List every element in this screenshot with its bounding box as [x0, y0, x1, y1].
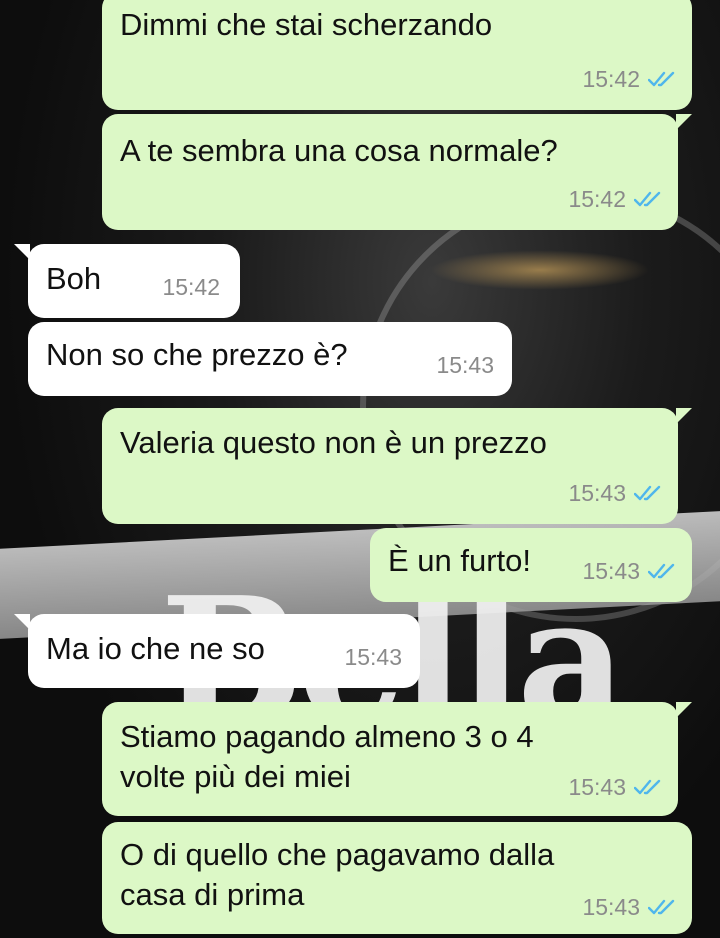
read-double-check-icon	[634, 191, 661, 207]
message-text-line-1: Stiamo pagando almeno 3 o 4	[120, 719, 534, 754]
message-meta: 15:43	[344, 638, 402, 676]
message-text: Dimmi che stai scherzando	[120, 7, 493, 42]
message-bubble-incoming[interactable]: Ma io che ne so 15:43	[14, 614, 420, 688]
read-double-check-icon	[634, 779, 661, 795]
read-double-check-icon	[634, 485, 661, 501]
message-text: Valeria questo non è un prezzo	[120, 425, 547, 460]
message-time: 15:43	[582, 894, 640, 920]
message-time: 15:43	[344, 644, 402, 670]
message-meta: 15:42	[582, 60, 678, 98]
message-meta: 15:42	[162, 268, 220, 306]
message-time: 15:43	[568, 774, 626, 800]
message-bubble-incoming[interactable]: Boh 15:42	[14, 244, 240, 318]
read-double-check-icon	[648, 899, 675, 915]
message-bubble-outgoing[interactable]: Stiamo pagando almeno 3 o 4 volte più de…	[102, 702, 692, 816]
message-time: 15:43	[568, 480, 626, 506]
message-bubble-outgoing[interactable]: È un furto! 15:43	[370, 528, 692, 602]
message-text: Non so che prezzo è?	[46, 337, 348, 372]
message-bubble-outgoing[interactable]: Dimmi che stai scherzando 15:42	[102, 0, 692, 110]
message-meta: 15:43	[436, 346, 494, 384]
message-time: 15:42	[582, 66, 640, 92]
message-text-line-2: volte più dei miei	[120, 759, 351, 794]
message-list[interactable]: Dimmi che stai scherzando 15:42 A te sem…	[0, 0, 720, 938]
message-time: 15:42	[568, 186, 626, 212]
message-text: Boh	[46, 261, 102, 296]
message-bubble-outgoing[interactable]: Valeria questo non è un prezzo 15:43	[102, 408, 692, 524]
message-text: È un furto!	[388, 543, 532, 578]
message-text: A te sembra una cosa normale?	[120, 133, 558, 168]
message-meta: 15:43	[568, 474, 664, 512]
read-double-check-icon	[648, 563, 675, 579]
message-text: Ma io che ne so	[46, 631, 265, 666]
message-time: 15:43	[436, 352, 494, 378]
message-bubble-incoming[interactable]: Non so che prezzo è? 15:43	[28, 322, 512, 396]
message-time: 15:42	[162, 274, 220, 300]
read-double-check-icon	[648, 71, 675, 87]
message-text-line-2: casa di prima	[120, 877, 305, 912]
message-time: 15:43	[582, 558, 640, 584]
message-text-line-1: O di quello che pagavamo dalla	[120, 837, 555, 872]
message-meta: 15:43	[568, 768, 664, 806]
message-bubble-outgoing[interactable]: A te sembra una cosa normale? 15:42	[102, 114, 692, 230]
message-meta: 15:43	[582, 552, 678, 590]
message-bubble-outgoing[interactable]: O di quello che pagavamo dalla casa di p…	[102, 822, 692, 934]
message-meta: 15:42	[568, 180, 664, 218]
message-meta: 15:43	[582, 888, 678, 926]
